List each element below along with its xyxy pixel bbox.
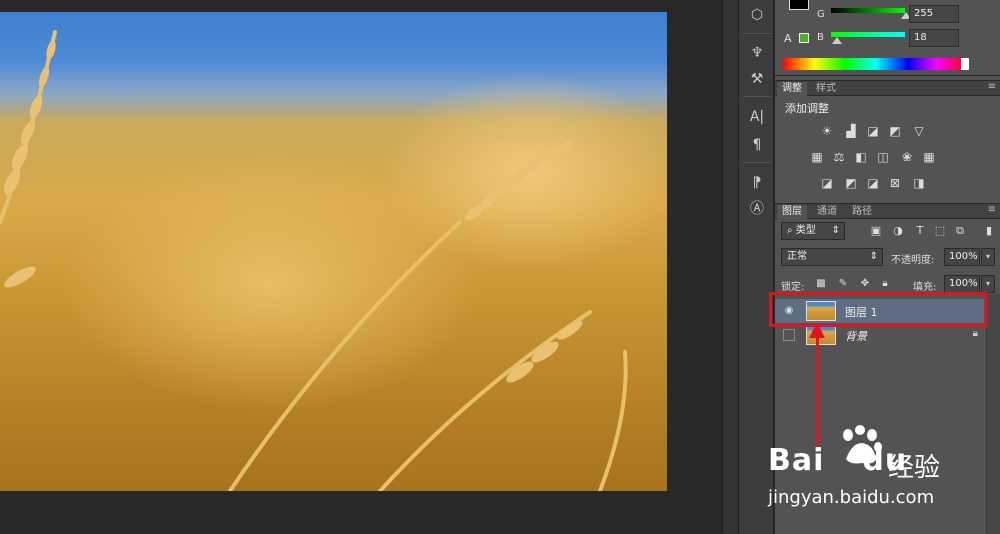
threshold-icon[interactable]: ◪ [865, 176, 881, 190]
layers-tabbar: 图层 通道 路径 ≡ [775, 203, 1000, 219]
filter-toggle-icon[interactable]: ▮ [982, 224, 996, 238]
chevron-updown-icon: ⇕ [831, 225, 840, 236]
tab-channels[interactable]: 通道 [812, 205, 842, 219]
black-white-icon[interactable]: ◧ [853, 150, 869, 164]
type-filter-icon[interactable]: T [913, 224, 927, 238]
b-channel-label: B [817, 32, 824, 43]
panel-menu-icon[interactable]: ≡ [988, 204, 996, 215]
channel-mixer-icon[interactable]: ❀ [899, 150, 915, 164]
photo-filter-icon[interactable]: ◫ [875, 150, 891, 164]
color-lookup-icon[interactable]: ▦ [921, 150, 937, 164]
tab-adjustments[interactable]: 调整 [777, 82, 807, 96]
levels-icon[interactable]: ▟ [843, 124, 859, 138]
baidu-jingyan-watermark: Bai du 经验 jingyan.baidu.com [768, 425, 998, 525]
g-value-field[interactable]: 255 [909, 5, 959, 23]
foreground-color-swatch[interactable] [789, 0, 809, 10]
layer-name[interactable]: 背景 [845, 328, 867, 344]
lock-label: 锁定: [781, 282, 805, 293]
wheat-stalks [0, 30, 628, 491]
tab-paths[interactable]: 路径 [847, 205, 877, 219]
brush-presets-icon[interactable]: ♆ [745, 42, 769, 64]
color-spectrum-ramp[interactable] [783, 58, 969, 70]
panel-menu-icon[interactable]: ≡ [988, 81, 996, 92]
watermark-brand-bai: Bai [768, 443, 825, 478]
brightness-contrast-icon[interactable]: ☀ [819, 124, 835, 138]
g-channel-label: G [817, 9, 825, 20]
out-of-gamut-icon[interactable]: A [784, 32, 792, 45]
invert-icon[interactable]: ◪ [819, 176, 835, 190]
adjustment-filter-icon[interactable]: ◑ [891, 224, 905, 238]
watermark-url: jingyan.baidu.com [768, 487, 935, 508]
curves-icon[interactable]: ◪ [865, 124, 881, 138]
fill-field[interactable]: 100% [944, 275, 980, 293]
hue-saturation-icon[interactable]: ▦ [809, 150, 825, 164]
lock-transparent-icon[interactable]: ▩ [815, 278, 827, 290]
vibrance-icon[interactable]: ▽ [911, 124, 927, 138]
opacity-dropdown-button[interactable]: ▾ [981, 248, 995, 266]
tab-styles[interactable]: 样式 [811, 82, 841, 96]
white-swatch[interactable] [961, 58, 969, 70]
canvas-scrollbar[interactable] [722, 0, 738, 534]
pixel-filter-icon[interactable]: ▣ [869, 224, 883, 238]
smart-object-filter-icon[interactable]: ⧉ [953, 224, 967, 238]
blend-mode-value: 正常 [787, 251, 807, 262]
watermark-brand: Bai du [768, 443, 907, 478]
g-slider[interactable] [831, 8, 905, 13]
fill-dropdown-button[interactable]: ▾ [981, 275, 995, 293]
kind-filter-label: 类型 [795, 225, 816, 236]
character-icon[interactable]: A| [745, 106, 769, 128]
color-balance-icon[interactable]: ⚖ [831, 150, 847, 164]
add-adjustment-title: 添加调整 [785, 102, 829, 115]
color-panel: G 255 A B 18 [775, 0, 1000, 76]
3d-icon[interactable]: ⬡ [745, 4, 769, 26]
tool-presets-icon[interactable]: ⚒ [745, 68, 769, 90]
paragraph-styles-icon[interactable]: ⁋ [745, 172, 769, 194]
gamut-color-box[interactable] [799, 33, 809, 43]
selective-color-icon[interactable]: ⊠ [887, 176, 903, 190]
lock-image-icon[interactable]: ✎ [837, 278, 849, 290]
fill-label: 填充: [913, 282, 937, 293]
character-styles-icon[interactable]: Ⓐ [745, 198, 769, 220]
annotation-highlight-box [769, 292, 987, 327]
divider [743, 96, 771, 97]
lock-position-icon[interactable]: ✥ [859, 278, 871, 290]
divider [743, 33, 771, 34]
lock-icon: 🔒︎ [972, 328, 978, 339]
tab-layers[interactable]: 图层 [777, 205, 807, 219]
visibility-toggle[interactable] [783, 329, 795, 341]
search-icon: ⌕ [787, 225, 796, 236]
photoshop-window: ⬡ ♆ ⚒ A| ¶ ⁋ Ⓐ G 255 A B 18 调整 样式 ≡ 添加调整… [0, 0, 1000, 534]
posterize-icon[interactable]: ◩ [843, 176, 859, 190]
opacity-label: 不透明度: [891, 255, 935, 266]
shape-filter-icon[interactable]: ⬚ [933, 224, 947, 238]
b-slider[interactable] [831, 32, 905, 37]
layer-kind-filter[interactable]: ⌕ 类型 ⇕ [781, 222, 845, 240]
paragraph-icon[interactable]: ¶ [745, 134, 769, 156]
divider [743, 162, 771, 163]
adjustments-tabbar: 调整 样式 ≡ [775, 80, 1000, 96]
lock-all-icon[interactable]: 🔒︎ [879, 278, 891, 290]
wheat-photo[interactable] [0, 12, 667, 491]
gradient-map-icon[interactable]: ◨ [911, 176, 927, 190]
document-canvas-area[interactable] [0, 0, 722, 534]
exposure-icon[interactable]: ◩ [887, 124, 903, 138]
blend-mode-select[interactable]: 正常 ⇕ [781, 248, 883, 266]
b-slider-thumb[interactable] [832, 37, 842, 44]
watermark-cn: 经验 [888, 453, 941, 483]
opacity-field[interactable]: 100% [944, 248, 980, 266]
b-value-field[interactable]: 18 [909, 29, 959, 47]
chevron-updown-icon: ⇕ [869, 251, 878, 262]
